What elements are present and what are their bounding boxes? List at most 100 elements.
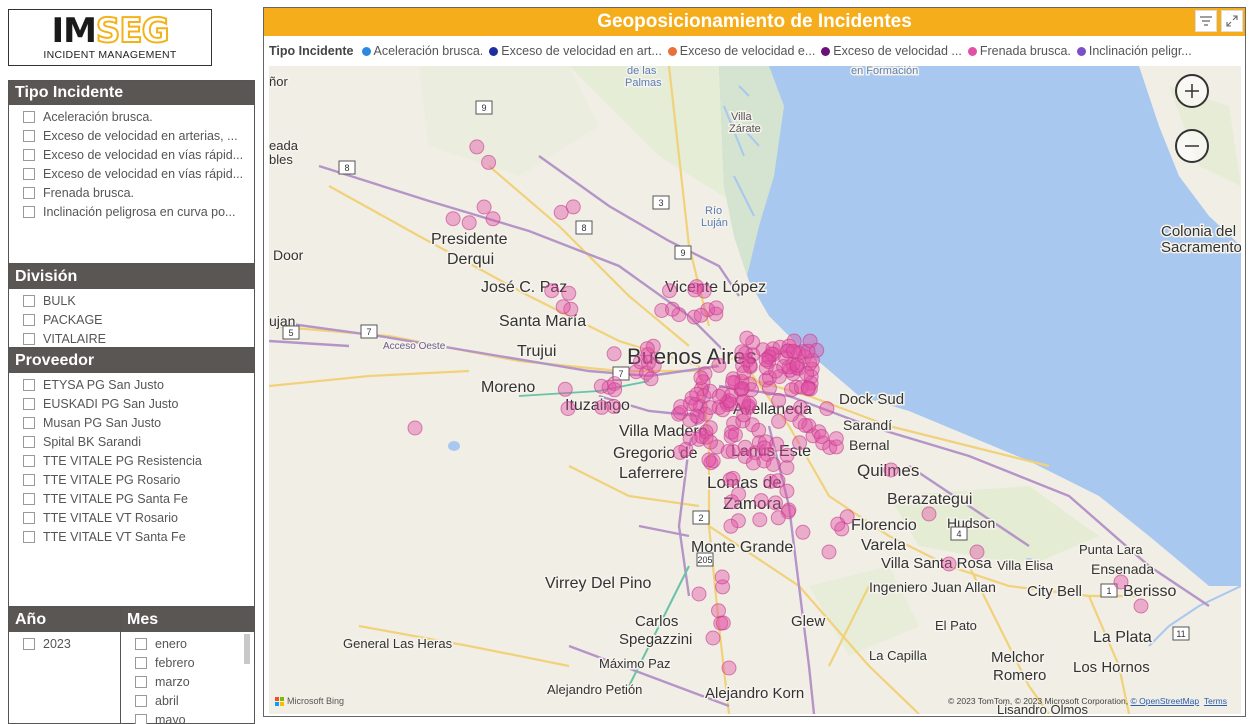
incident-point[interactable] bbox=[693, 307, 709, 323]
incident-point[interactable] bbox=[883, 462, 899, 478]
slicer-option[interactable]: TTE VITALE VT Rosario bbox=[9, 508, 254, 527]
incident-point[interactable] bbox=[705, 630, 721, 646]
checkbox[interactable] bbox=[23, 492, 35, 505]
incident-point[interactable] bbox=[553, 204, 569, 220]
incident-point[interactable] bbox=[711, 388, 727, 404]
checkbox[interactable] bbox=[135, 656, 147, 669]
incident-point[interactable] bbox=[476, 199, 492, 215]
incident-point[interactable] bbox=[771, 393, 787, 408]
incident-point[interactable] bbox=[723, 518, 739, 534]
checkbox[interactable] bbox=[23, 167, 35, 180]
incident-point[interactable] bbox=[770, 473, 786, 489]
incident-point[interactable] bbox=[758, 352, 774, 368]
slicer-option[interactable]: TTE VITALE PG Resistencia bbox=[9, 451, 254, 470]
checkbox[interactable] bbox=[135, 637, 147, 650]
incident-point[interactable] bbox=[745, 455, 761, 471]
checkbox[interactable] bbox=[23, 332, 35, 345]
incident-point[interactable] bbox=[485, 211, 501, 227]
slicer-option[interactable]: enero bbox=[121, 634, 254, 653]
incident-point[interactable] bbox=[783, 407, 799, 422]
incident-point[interactable] bbox=[469, 139, 485, 155]
checkbox[interactable] bbox=[23, 129, 35, 142]
incident-point[interactable] bbox=[768, 495, 783, 511]
incident-point[interactable] bbox=[753, 493, 769, 509]
checkbox[interactable] bbox=[23, 313, 35, 326]
slicer-option[interactable]: VITALAIRE bbox=[9, 329, 254, 348]
incident-point[interactable] bbox=[714, 569, 730, 585]
legend-item[interactable]: Inclinación peligr... bbox=[1076, 44, 1192, 58]
incident-point[interactable] bbox=[797, 417, 813, 433]
checkbox[interactable] bbox=[23, 435, 35, 448]
checkbox[interactable] bbox=[135, 713, 147, 724]
incident-point[interactable] bbox=[593, 378, 609, 394]
slicer-option[interactable]: Exceso de velocidad en vías rápid... bbox=[9, 145, 254, 164]
incident-point[interactable] bbox=[722, 472, 738, 488]
incident-point[interactable] bbox=[731, 486, 747, 502]
checkbox[interactable] bbox=[23, 511, 35, 524]
checkbox[interactable] bbox=[23, 454, 35, 467]
incident-point[interactable] bbox=[643, 371, 659, 387]
incident-point[interactable] bbox=[941, 556, 957, 572]
slicer-option[interactable]: Frenada brusca. bbox=[9, 183, 254, 202]
scrollbar-thumb[interactable] bbox=[244, 634, 250, 664]
incident-point[interactable] bbox=[544, 283, 560, 299]
incident-point[interactable] bbox=[639, 341, 655, 357]
legend-item[interactable]: Aceleración brusca. bbox=[361, 44, 483, 58]
checkbox[interactable] bbox=[23, 110, 35, 123]
incident-point[interactable] bbox=[789, 357, 805, 373]
incident-point[interactable] bbox=[561, 285, 577, 301]
checkbox[interactable] bbox=[23, 205, 35, 218]
incident-point[interactable] bbox=[715, 615, 731, 631]
checkbox[interactable] bbox=[23, 637, 35, 650]
checkbox[interactable] bbox=[23, 294, 35, 307]
incident-point[interactable] bbox=[814, 429, 829, 444]
incident-point[interactable] bbox=[721, 660, 737, 676]
slicer-option[interactable]: TTE VITALE PG Rosario bbox=[9, 470, 254, 489]
slicer-option[interactable]: TTE VITALE VT Santa Fe bbox=[9, 527, 254, 546]
incident-point[interactable] bbox=[640, 355, 656, 371]
map-area[interactable]: Buenos Aires Presidente Derqui José C. Paz S… bbox=[269, 66, 1241, 714]
slicer-option[interactable]: BULK bbox=[9, 291, 254, 310]
slicer-option[interactable]: Aceleración brusca. bbox=[9, 107, 254, 126]
incident-point[interactable] bbox=[756, 440, 772, 456]
zoom-out-button[interactable] bbox=[1175, 129, 1209, 163]
slicer-option[interactable]: mayo bbox=[121, 710, 254, 724]
incident-point[interactable] bbox=[560, 401, 576, 417]
incident-point[interactable] bbox=[734, 344, 750, 360]
incident-point[interactable] bbox=[481, 154, 497, 170]
osm-link[interactable]: © OpenStreetMap bbox=[1130, 696, 1199, 706]
slicer-option[interactable]: Exceso de velocidad en vías rápid... bbox=[9, 164, 254, 183]
incident-point[interactable] bbox=[800, 343, 816, 359]
incident-point[interactable] bbox=[665, 301, 680, 317]
incident-point[interactable] bbox=[703, 434, 718, 450]
filter-icon[interactable] bbox=[1195, 10, 1217, 32]
legend-item[interactable]: Exceso de velocidad e... bbox=[667, 44, 815, 58]
incident-point[interactable] bbox=[445, 211, 461, 227]
incident-point[interactable] bbox=[461, 215, 477, 231]
incident-point[interactable] bbox=[672, 444, 688, 460]
incident-point[interactable] bbox=[830, 516, 846, 532]
incident-point[interactable] bbox=[691, 586, 707, 602]
legend-item[interactable]: Exceso de velocidad ... bbox=[821, 44, 962, 58]
incident-point[interactable] bbox=[725, 375, 740, 391]
incident-point[interactable] bbox=[708, 300, 724, 316]
slicer-option[interactable]: febrero bbox=[121, 653, 254, 672]
incident-point[interactable] bbox=[736, 394, 752, 409]
incident-point[interactable] bbox=[555, 299, 571, 315]
zoom-in-button[interactable] bbox=[1175, 74, 1209, 108]
incident-point[interactable] bbox=[792, 435, 808, 451]
incident-point[interactable] bbox=[771, 413, 787, 429]
incident-point[interactable] bbox=[711, 357, 727, 373]
incident-point[interactable] bbox=[765, 457, 781, 472]
slicer-option[interactable]: Exceso de velocidad en arterias, ... bbox=[9, 126, 254, 145]
checkbox[interactable] bbox=[23, 397, 35, 410]
slicer-option[interactable]: 2023 bbox=[9, 634, 120, 653]
incident-point[interactable] bbox=[969, 544, 985, 560]
slicer-option[interactable]: TTE VITALE PG Santa Fe bbox=[9, 489, 254, 508]
terms-link[interactable]: Terms bbox=[1204, 696, 1227, 706]
incident-point[interactable] bbox=[821, 544, 837, 560]
incident-point[interactable] bbox=[768, 363, 784, 379]
incident-point[interactable] bbox=[673, 399, 689, 415]
incident-point[interactable] bbox=[761, 380, 777, 396]
slicer-option[interactable]: PACKAGE bbox=[9, 310, 254, 329]
